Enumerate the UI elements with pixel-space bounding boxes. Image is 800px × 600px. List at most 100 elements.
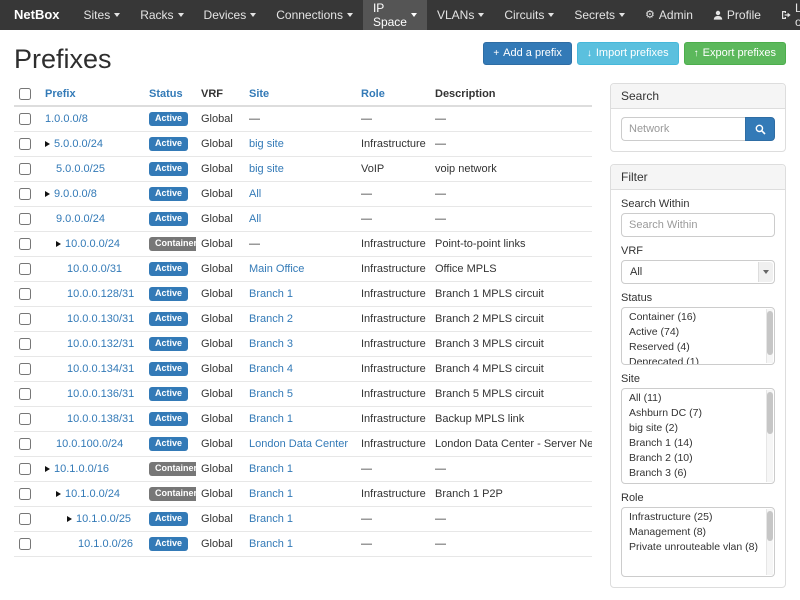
prefix-link[interactable]: 10.0.0.132/31: [67, 338, 134, 350]
sidebar: Search Filter Search Within VRF: [610, 83, 786, 600]
nav-item-vlans[interactable]: VLANs: [427, 0, 494, 30]
search-button[interactable]: [745, 117, 775, 141]
listbox-option[interactable]: Container (16): [622, 310, 774, 325]
prefix-link[interactable]: 10.1.0.0/24: [65, 488, 120, 500]
row-checkbox[interactable]: [19, 288, 31, 300]
prefix-link[interactable]: 10.1.0.0/16: [54, 463, 109, 475]
row-checkbox[interactable]: [19, 388, 31, 400]
prefix-link[interactable]: 9.0.0.0/8: [54, 188, 97, 200]
listbox-option[interactable]: Branch 2 (10): [622, 451, 774, 466]
site-link[interactable]: Branch 5: [249, 388, 293, 400]
prefix-link[interactable]: 10.0.0.136/31: [67, 388, 134, 400]
prefix-link[interactable]: 5.0.0.0/24: [54, 138, 103, 150]
prefix-link[interactable]: 10.0.0.138/31: [67, 413, 134, 425]
prefix-link[interactable]: 1.0.0.0/8: [45, 113, 88, 125]
nav-item-admin[interactable]: ⚙Admin: [635, 0, 703, 30]
row-checkbox[interactable]: [19, 138, 31, 150]
nav-item-secrets[interactable]: Secrets: [564, 0, 635, 30]
role-listbox[interactable]: Infrastructure (25)Management (8)Private…: [621, 507, 775, 577]
site-link[interactable]: Branch 1: [249, 463, 293, 475]
row-checkbox[interactable]: [19, 363, 31, 375]
row-checkbox[interactable]: [19, 213, 31, 225]
prefix-link[interactable]: 10.1.0.0/26: [78, 538, 133, 550]
prefix-link[interactable]: 10.0.0.130/31: [67, 313, 134, 325]
row-checkbox[interactable]: [19, 313, 31, 325]
table-row: 10.0.0.132/31ActiveGlobalBranch 3Infrast…: [14, 332, 592, 357]
listbox-option[interactable]: Management (8): [622, 525, 774, 540]
column-header-status[interactable]: Status: [144, 83, 196, 106]
nav-item-devices[interactable]: Devices: [194, 0, 267, 30]
row-checkbox[interactable]: [19, 338, 31, 350]
nav-item-circuits[interactable]: Circuits: [494, 0, 564, 30]
prefix-link[interactable]: 10.0.0.0/31: [67, 263, 122, 275]
row-checkbox[interactable]: [19, 463, 31, 475]
prefix-link[interactable]: 10.0.0.134/31: [67, 363, 134, 375]
prefix-link[interactable]: 10.0.100.0/24: [56, 438, 123, 450]
search-within-input[interactable]: [621, 213, 775, 237]
status-listbox[interactable]: Container (16)Active (74)Reserved (4)Dep…: [621, 307, 775, 365]
scrollbar[interactable]: [766, 509, 773, 575]
site-link[interactable]: Main Office: [249, 263, 304, 275]
site-link[interactable]: Branch 4: [249, 363, 293, 375]
listbox-option[interactable]: Active (74): [622, 325, 774, 340]
app-logo[interactable]: NetBox: [0, 0, 74, 30]
select-all-checkbox[interactable]: [19, 88, 31, 100]
import-prefixes-button[interactable]: ↓ Import prefixes: [577, 42, 679, 65]
nav-item-connections[interactable]: Connections: [266, 0, 363, 30]
listbox-option[interactable]: All (11): [622, 391, 774, 406]
column-header-prefix[interactable]: Prefix: [40, 83, 144, 106]
filter-panel-title: Filter: [611, 165, 785, 190]
search-input[interactable]: [621, 117, 745, 141]
listbox-option[interactable]: Reserved (4): [622, 340, 774, 355]
row-checkbox[interactable]: [19, 163, 31, 175]
site-link[interactable]: big site: [249, 138, 284, 150]
row-checkbox[interactable]: [19, 438, 31, 450]
site-link[interactable]: Branch 1: [249, 538, 293, 550]
listbox-option[interactable]: big site (2): [622, 421, 774, 436]
prefix-link[interactable]: 9.0.0.0/24: [56, 213, 105, 225]
listbox-option[interactable]: Branch 4 (12): [622, 481, 774, 484]
listbox-option[interactable]: Deprecated (1): [622, 355, 774, 365]
listbox-option[interactable]: Branch 3 (6): [622, 466, 774, 481]
row-checkbox[interactable]: [19, 513, 31, 525]
site-link[interactable]: All: [249, 213, 261, 225]
site-link[interactable]: big site: [249, 163, 284, 175]
vrf-select[interactable]: All: [621, 260, 775, 284]
export-prefixes-button[interactable]: ↑ Export prefixes: [684, 42, 786, 65]
listbox-option[interactable]: Infrastructure (25): [622, 510, 774, 525]
nav-item-log-out[interactable]: Log out: [771, 0, 800, 30]
nav-item-sites[interactable]: Sites: [74, 0, 131, 30]
column-header-role[interactable]: Role: [356, 83, 430, 106]
prefix-link[interactable]: 10.0.0.0/24: [65, 238, 120, 250]
nav-item-ip-space[interactable]: IP Space: [363, 0, 427, 30]
row-checkbox[interactable]: [19, 538, 31, 550]
site-link[interactable]: Branch 3: [249, 338, 293, 350]
listbox-option[interactable]: Branch 1 (14): [622, 436, 774, 451]
row-checkbox[interactable]: [19, 113, 31, 125]
site-link[interactable]: Branch 1: [249, 288, 293, 300]
nav-item-racks[interactable]: Racks: [130, 0, 193, 30]
add-prefix-button[interactable]: + Add a prefix: [483, 42, 572, 65]
site-listbox[interactable]: All (11)Ashburn DC (7)big site (2)Branch…: [621, 388, 775, 484]
listbox-option[interactable]: Ashburn DC (7): [622, 406, 774, 421]
row-checkbox[interactable]: [19, 188, 31, 200]
site-link[interactable]: All: [249, 188, 261, 200]
row-checkbox[interactable]: [19, 263, 31, 275]
nav-item-profile[interactable]: Profile: [703, 0, 771, 30]
site-link[interactable]: Branch 2: [249, 313, 293, 325]
prefix-link[interactable]: 5.0.0.0/25: [56, 163, 105, 175]
row-checkbox[interactable]: [19, 488, 31, 500]
prefix-link[interactable]: 10.1.0.0/25: [76, 513, 131, 525]
site-link[interactable]: Branch 1: [249, 513, 293, 525]
column-header-site[interactable]: Site: [244, 83, 356, 106]
column-header-vrf: VRF: [196, 83, 244, 106]
site-link[interactable]: Branch 1: [249, 413, 293, 425]
site-link[interactable]: Branch 1: [249, 488, 293, 500]
row-checkbox[interactable]: [19, 238, 31, 250]
site-link[interactable]: London Data Center: [249, 438, 348, 450]
prefix-link[interactable]: 10.0.0.128/31: [67, 288, 134, 300]
scrollbar[interactable]: [766, 390, 773, 482]
listbox-option[interactable]: Private unrouteable vlan (8): [622, 540, 774, 555]
row-checkbox[interactable]: [19, 413, 31, 425]
scrollbar[interactable]: [766, 309, 773, 363]
